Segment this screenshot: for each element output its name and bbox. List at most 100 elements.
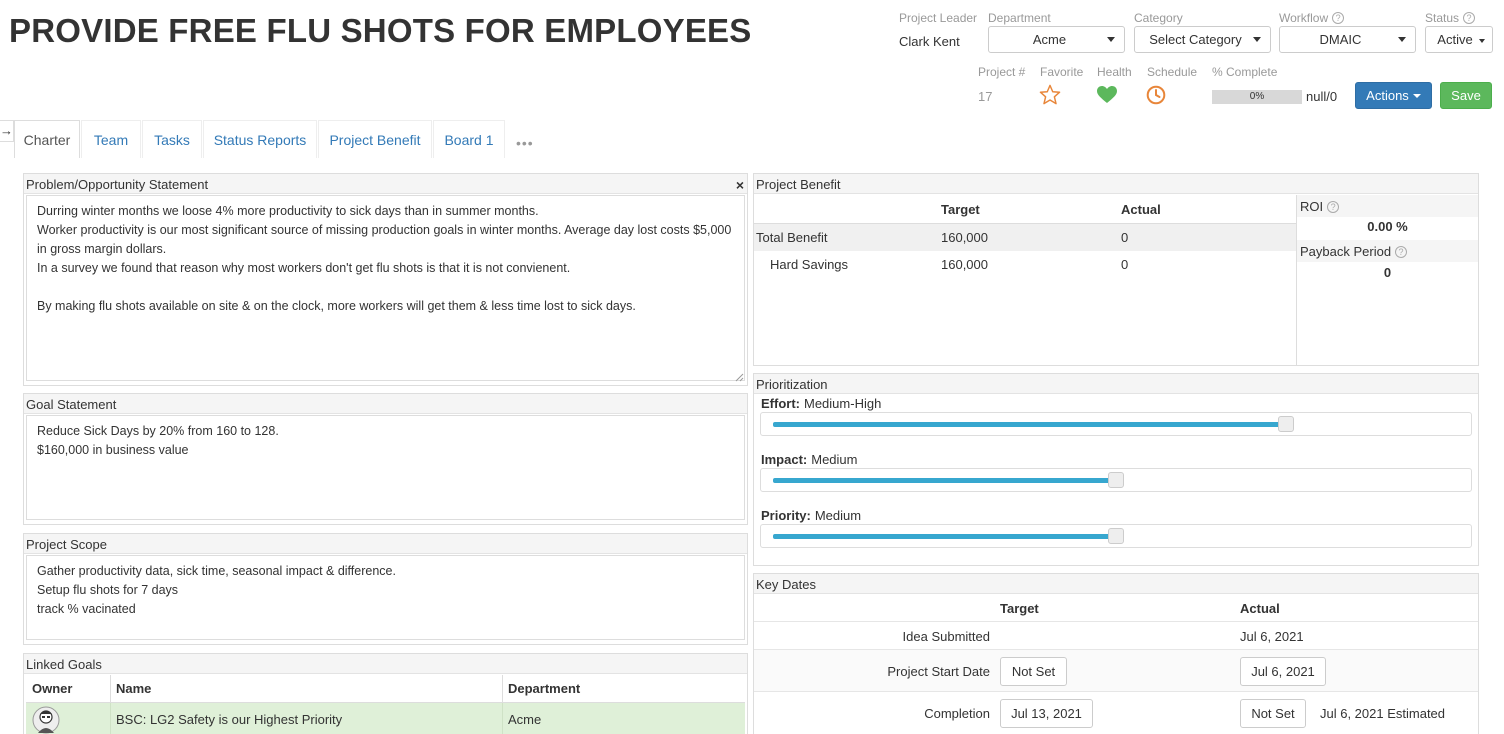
benefit-label: Total Benefit xyxy=(756,230,828,245)
problem-statement-textarea[interactable]: Durring winter months we loose 4% more p… xyxy=(26,195,745,381)
effort-slider[interactable] xyxy=(760,412,1472,436)
benefit-actual: 0 xyxy=(1121,257,1129,272)
project-leader-value: Clark Kent xyxy=(899,34,960,49)
slider-handle[interactable] xyxy=(1108,472,1124,488)
key-date-label: Idea Submitted xyxy=(902,629,990,644)
column-header-department: Department xyxy=(508,681,581,696)
workflow-value: DMAIC xyxy=(1319,32,1362,47)
tab-project-benefit[interactable]: Project Benefit xyxy=(318,120,432,158)
goal-statement-textarea[interactable]: Reduce Sick Days by 20% from 160 to 128.… xyxy=(26,415,745,520)
roi-label: ROI? xyxy=(1300,199,1340,214)
panel-title: Project Benefit xyxy=(756,177,841,192)
text-line: Durring winter months we loose 4% more p… xyxy=(37,204,539,218)
project-number-value: 17 xyxy=(978,89,993,104)
workflow-select[interactable]: DMAIC xyxy=(1279,26,1416,53)
completion-actual-date-button[interactable]: Not Set xyxy=(1240,699,1306,728)
tab-board-1[interactable]: Board 1 xyxy=(433,120,505,158)
project-scope-textarea[interactable]: Gather productivity data, sick time, sea… xyxy=(26,555,745,640)
completion-target-date-button[interactable]: Jul 13, 2021 xyxy=(1000,699,1093,728)
slider-track xyxy=(773,422,1286,427)
panel-header: Problem/Opportunity Statement × xyxy=(24,174,747,194)
department-label: Department xyxy=(988,11,1051,25)
status-select[interactable]: Active xyxy=(1425,26,1493,53)
tab-team[interactable]: Team xyxy=(81,120,141,158)
benefit-table-header: Target Actual xyxy=(754,195,1296,224)
text-line: Worker productivity is our most signific… xyxy=(37,223,735,256)
column-header-target: Target xyxy=(1000,601,1039,616)
text-line: Reduce Sick Days by 20% from 160 to 128. xyxy=(37,424,279,438)
close-icon[interactable]: × xyxy=(736,174,744,196)
complete-ratio: null/0 xyxy=(1306,89,1338,104)
impact-slider[interactable] xyxy=(760,468,1472,492)
key-date-row-idea: Idea Submitted Jul 6, 2021 xyxy=(754,621,1478,649)
priority-slider[interactable] xyxy=(760,524,1472,548)
heart-icon[interactable] xyxy=(1097,86,1117,104)
status-value: Active xyxy=(1437,32,1473,47)
status-label: Status? xyxy=(1425,11,1476,25)
panel-header: Goal Statement xyxy=(24,394,747,414)
start-actual-date-button[interactable]: Jul 6, 2021 xyxy=(1240,657,1326,686)
schedule-label: Schedule xyxy=(1147,65,1198,79)
table-row[interactable]: BSC: LG2 Safety is our Highest Priority … xyxy=(26,703,745,734)
key-date-row-completion: Completion Jul 13, 2021 Not Set Jul 6, 2… xyxy=(754,691,1478,733)
health-label: Health xyxy=(1097,65,1132,79)
chevron-down-icon xyxy=(1107,37,1115,42)
chevron-down-icon xyxy=(1412,93,1421,98)
help-icon[interactable]: ? xyxy=(1327,201,1340,213)
star-icon[interactable] xyxy=(1039,84,1061,105)
panel-title: Goal Statement xyxy=(26,397,117,412)
panel-title: Prioritization xyxy=(756,377,828,392)
chevron-down-icon xyxy=(1479,39,1485,43)
priority-label: Priority: Medium xyxy=(761,508,862,523)
favorite-label: Favorite xyxy=(1040,65,1084,79)
progress-bar: 0% xyxy=(1212,90,1302,104)
panel-header: Project Scope xyxy=(24,534,747,554)
table-header: Owner Name Department xyxy=(26,675,745,703)
goal-name[interactable]: BSC: LG2 Safety is our Highest Priority xyxy=(116,712,342,727)
text-line: $160,000 in business value xyxy=(37,443,189,457)
tab-status-reports[interactable]: Status Reports xyxy=(203,120,317,158)
chevron-down-icon xyxy=(1253,37,1261,42)
resize-handle-icon[interactable] xyxy=(735,373,744,382)
clock-icon[interactable] xyxy=(1146,85,1166,105)
sidebar-toggle-arrow-icon[interactable]: → xyxy=(0,120,14,142)
payback-period-value: 0 xyxy=(1383,265,1392,280)
slider-handle[interactable] xyxy=(1108,528,1124,544)
panel-title: Problem/Opportunity Statement xyxy=(26,177,209,192)
category-select[interactable]: Select Category xyxy=(1134,26,1271,53)
slider-handle[interactable] xyxy=(1277,416,1294,432)
column-header-actual: Actual xyxy=(1240,601,1280,616)
panel-header: Linked Goals xyxy=(24,654,747,674)
panel-header: Prioritization xyxy=(754,374,1478,394)
panel-title: Key Dates xyxy=(756,577,816,592)
more-tabs-icon[interactable]: ••• xyxy=(516,135,534,151)
help-icon[interactable]: ? xyxy=(1463,12,1476,24)
key-dates-panel: Key Dates Target Actual Idea Submitted J… xyxy=(753,573,1479,734)
key-date-label: Project Start Date xyxy=(887,664,990,679)
benefit-actual: 0 xyxy=(1121,230,1129,245)
actions-button[interactable]: Actions xyxy=(1355,82,1432,109)
key-date-label: Completion xyxy=(924,706,990,721)
avatar xyxy=(32,706,60,734)
goal-department: Acme xyxy=(508,712,542,727)
workflow-label: Workflow? xyxy=(1279,11,1345,25)
category-value: Select Category xyxy=(1149,32,1242,47)
save-button[interactable]: Save xyxy=(1440,82,1492,109)
project-benefit-panel: Project Benefit Target Actual Total Bene… xyxy=(753,173,1479,366)
progress-text: 0% xyxy=(1249,91,1265,102)
department-select[interactable]: Acme xyxy=(988,26,1125,53)
project-number-label: Project # xyxy=(978,65,1026,79)
start-target-date-button[interactable]: Not Set xyxy=(1000,657,1067,686)
goal-statement-panel: Goal Statement Reduce Sick Days by 20% f… xyxy=(23,393,748,525)
help-icon[interactable]: ? xyxy=(1395,246,1408,258)
tab-charter[interactable]: Charter xyxy=(14,120,80,158)
page-title: PROVIDE FREE FLU SHOTS FOR EMPLOYEES xyxy=(9,12,752,49)
column-header-target: Target xyxy=(941,202,980,217)
slider-track xyxy=(773,478,1116,483)
benefit-target: 160,000 xyxy=(941,230,988,245)
table-row: Hard Savings 160,000 0 xyxy=(754,251,1296,278)
help-icon[interactable]: ? xyxy=(1332,12,1345,24)
table-row: Total Benefit 160,000 0 xyxy=(754,224,1296,251)
percent-complete-label: % Complete xyxy=(1212,65,1278,79)
tab-tasks[interactable]: Tasks xyxy=(142,120,202,158)
